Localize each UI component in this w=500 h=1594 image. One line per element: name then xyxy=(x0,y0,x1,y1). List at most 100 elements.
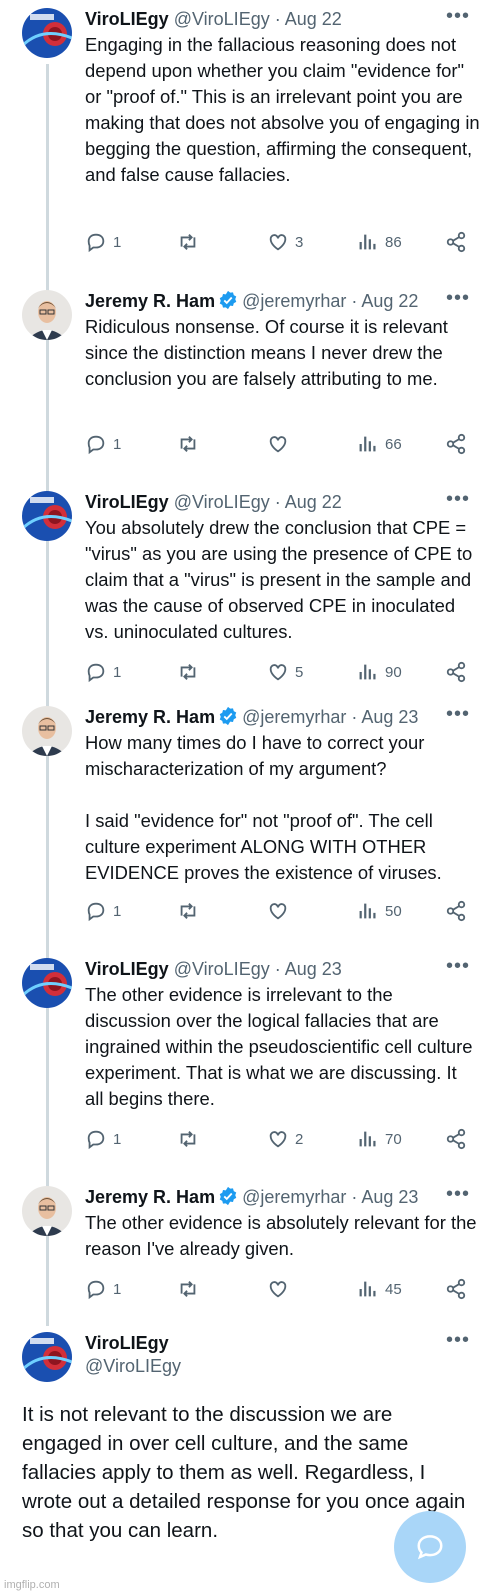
like-count: 5 xyxy=(295,663,304,681)
date[interactable]: · Aug 23 xyxy=(275,959,342,979)
display-name[interactable]: Jeremy R. Ham xyxy=(85,707,215,727)
share-button[interactable] xyxy=(445,900,467,922)
retweet-icon xyxy=(180,1281,196,1297)
views-button[interactable]: 70 xyxy=(357,1128,402,1150)
reply-button[interactable]: 1 xyxy=(85,433,121,455)
date[interactable]: · Aug 22 xyxy=(275,9,342,29)
share-button[interactable] xyxy=(445,1128,467,1150)
views-button[interactable]: 90 xyxy=(357,661,402,683)
avatar-virolie[interactable] xyxy=(22,491,72,541)
tweet-header: Jeremy R. Ham @jeremyrhar · Aug 23 xyxy=(85,1184,450,1210)
more-icon[interactable]: ••• xyxy=(446,489,470,509)
reply-count: 1 xyxy=(113,233,122,251)
handle[interactable]: @ViroLIEgy xyxy=(174,959,270,979)
reply-icon xyxy=(87,663,105,683)
tweet[interactable]: ViroLIEgy @ViroLIEgy · Aug 22 ••• Engagi… xyxy=(0,2,500,272)
date[interactable]: · Aug 23 xyxy=(351,1187,418,1207)
date[interactable]: · Aug 23 xyxy=(351,707,418,727)
retweet-icon xyxy=(180,664,196,680)
reply-button[interactable]: 1 xyxy=(85,900,121,922)
retweet-icon xyxy=(180,903,196,919)
views-button[interactable]: 66 xyxy=(357,433,402,455)
display-name[interactable]: ViroLIEgy xyxy=(85,492,169,512)
tweet-header: ViroLIEgy @ViroLIEgy · Aug 23 xyxy=(85,956,450,982)
reply-count: 1 xyxy=(113,663,122,681)
avatar-virolie[interactable] xyxy=(22,958,72,1008)
like-button[interactable] xyxy=(267,1278,295,1300)
reply-button[interactable]: 1 xyxy=(85,661,121,683)
tweet-text: How many times do I have to correct your… xyxy=(85,732,442,883)
view-count: 86 xyxy=(385,233,402,251)
tweet-header: ViroLIEgy xyxy=(85,1330,450,1356)
reply-button[interactable]: 1 xyxy=(85,1278,121,1300)
handle[interactable]: @ViroLIEgy xyxy=(174,9,270,29)
tweet-text: Ridiculous nonsense. Of course it is rel… xyxy=(85,316,448,389)
heart-icon xyxy=(269,1131,287,1148)
avatar-jeremy[interactable] xyxy=(22,1186,72,1236)
retweet-button[interactable] xyxy=(177,1278,199,1300)
action-bar: 1 2 70 xyxy=(85,1128,475,1154)
tweet[interactable]: ViroLIEgy @ViroLIEgy · Aug 23 ••• The ot… xyxy=(0,952,500,1172)
views-button[interactable]: 45 xyxy=(357,1278,402,1300)
handle[interactable]: @ViroLIEgy xyxy=(85,1356,181,1377)
retweet-button[interactable] xyxy=(177,1128,199,1150)
reply-button[interactable]: 1 xyxy=(85,231,121,253)
handle[interactable]: @jeremyrhar xyxy=(242,291,346,311)
retweet-button[interactable] xyxy=(177,433,199,455)
chat-bubble-icon xyxy=(417,1535,443,1560)
like-button[interactable]: 5 xyxy=(267,661,303,683)
tweet[interactable]: Jeremy R. Ham @jeremyrhar · Aug 23 ••• Ho… xyxy=(0,700,500,950)
heart-icon xyxy=(269,903,287,920)
like-count: 3 xyxy=(295,233,304,251)
share-button[interactable] xyxy=(445,661,467,683)
share-icon xyxy=(446,1278,466,1300)
date[interactable]: · Aug 22 xyxy=(351,291,418,311)
reply-count: 1 xyxy=(113,902,122,920)
views-button[interactable]: 86 xyxy=(357,231,402,253)
tweet[interactable]: Jeremy R. Ham @jeremyrhar · Aug 23 ••• Th… xyxy=(0,1180,500,1320)
handle[interactable]: @jeremyrhar xyxy=(242,1187,346,1207)
more-icon[interactable]: ••• xyxy=(446,1330,470,1350)
more-icon[interactable]: ••• xyxy=(446,956,470,976)
view-count: 70 xyxy=(385,1130,402,1148)
share-icon xyxy=(446,900,466,922)
handle[interactable]: @ViroLIEgy xyxy=(174,492,270,512)
retweet-button[interactable] xyxy=(177,900,199,922)
more-icon[interactable]: ••• xyxy=(446,6,470,26)
action-bar: 1 45 xyxy=(85,1278,475,1304)
floating-action-button[interactable] xyxy=(394,1511,466,1583)
views-button[interactable]: 50 xyxy=(357,900,402,922)
retweet-button[interactable] xyxy=(177,231,199,253)
avatar-jeremy[interactable] xyxy=(22,706,72,756)
views-icon xyxy=(359,664,376,680)
more-icon[interactable]: ••• xyxy=(446,1184,470,1204)
retweet-button[interactable] xyxy=(177,661,199,683)
more-icon[interactable]: ••• xyxy=(446,704,470,724)
like-button[interactable]: 3 xyxy=(267,231,303,253)
tweet[interactable]: Jeremy R. Ham @jeremyrhar · Aug 22 ••• Ri… xyxy=(0,284,500,484)
display-name[interactable]: ViroLIEgy xyxy=(85,9,169,29)
date[interactable]: · Aug 22 xyxy=(275,492,342,512)
display-name[interactable]: Jeremy R. Ham xyxy=(85,291,215,311)
like-button[interactable] xyxy=(267,433,295,455)
reply-button[interactable]: 1 xyxy=(85,1128,121,1150)
share-button[interactable] xyxy=(445,1278,467,1300)
avatar-jeremy[interactable] xyxy=(22,290,72,340)
display-name[interactable]: ViroLIEgy xyxy=(85,959,169,979)
share-icon xyxy=(446,661,466,683)
display-name[interactable]: Jeremy R. Ham xyxy=(85,1187,215,1207)
display-name[interactable]: ViroLIEgy xyxy=(85,1333,169,1353)
avatar-virolie[interactable] xyxy=(22,1332,72,1382)
like-button[interactable] xyxy=(267,900,295,922)
tweet[interactable]: ViroLIEgy @ViroLIEgy · Aug 22 ••• You ab… xyxy=(0,485,500,695)
tweet-header: Jeremy R. Ham @jeremyrhar · Aug 23 xyxy=(85,704,450,730)
more-icon[interactable]: ••• xyxy=(446,288,470,308)
retweet-icon xyxy=(180,436,196,452)
like-button[interactable]: 2 xyxy=(267,1128,303,1150)
share-button[interactable] xyxy=(445,433,467,455)
handle[interactable]: @jeremyrhar xyxy=(242,707,346,727)
avatar-virolie[interactable] xyxy=(22,8,72,58)
view-count: 45 xyxy=(385,1280,402,1298)
share-button[interactable] xyxy=(445,231,467,253)
heart-icon xyxy=(269,436,287,453)
